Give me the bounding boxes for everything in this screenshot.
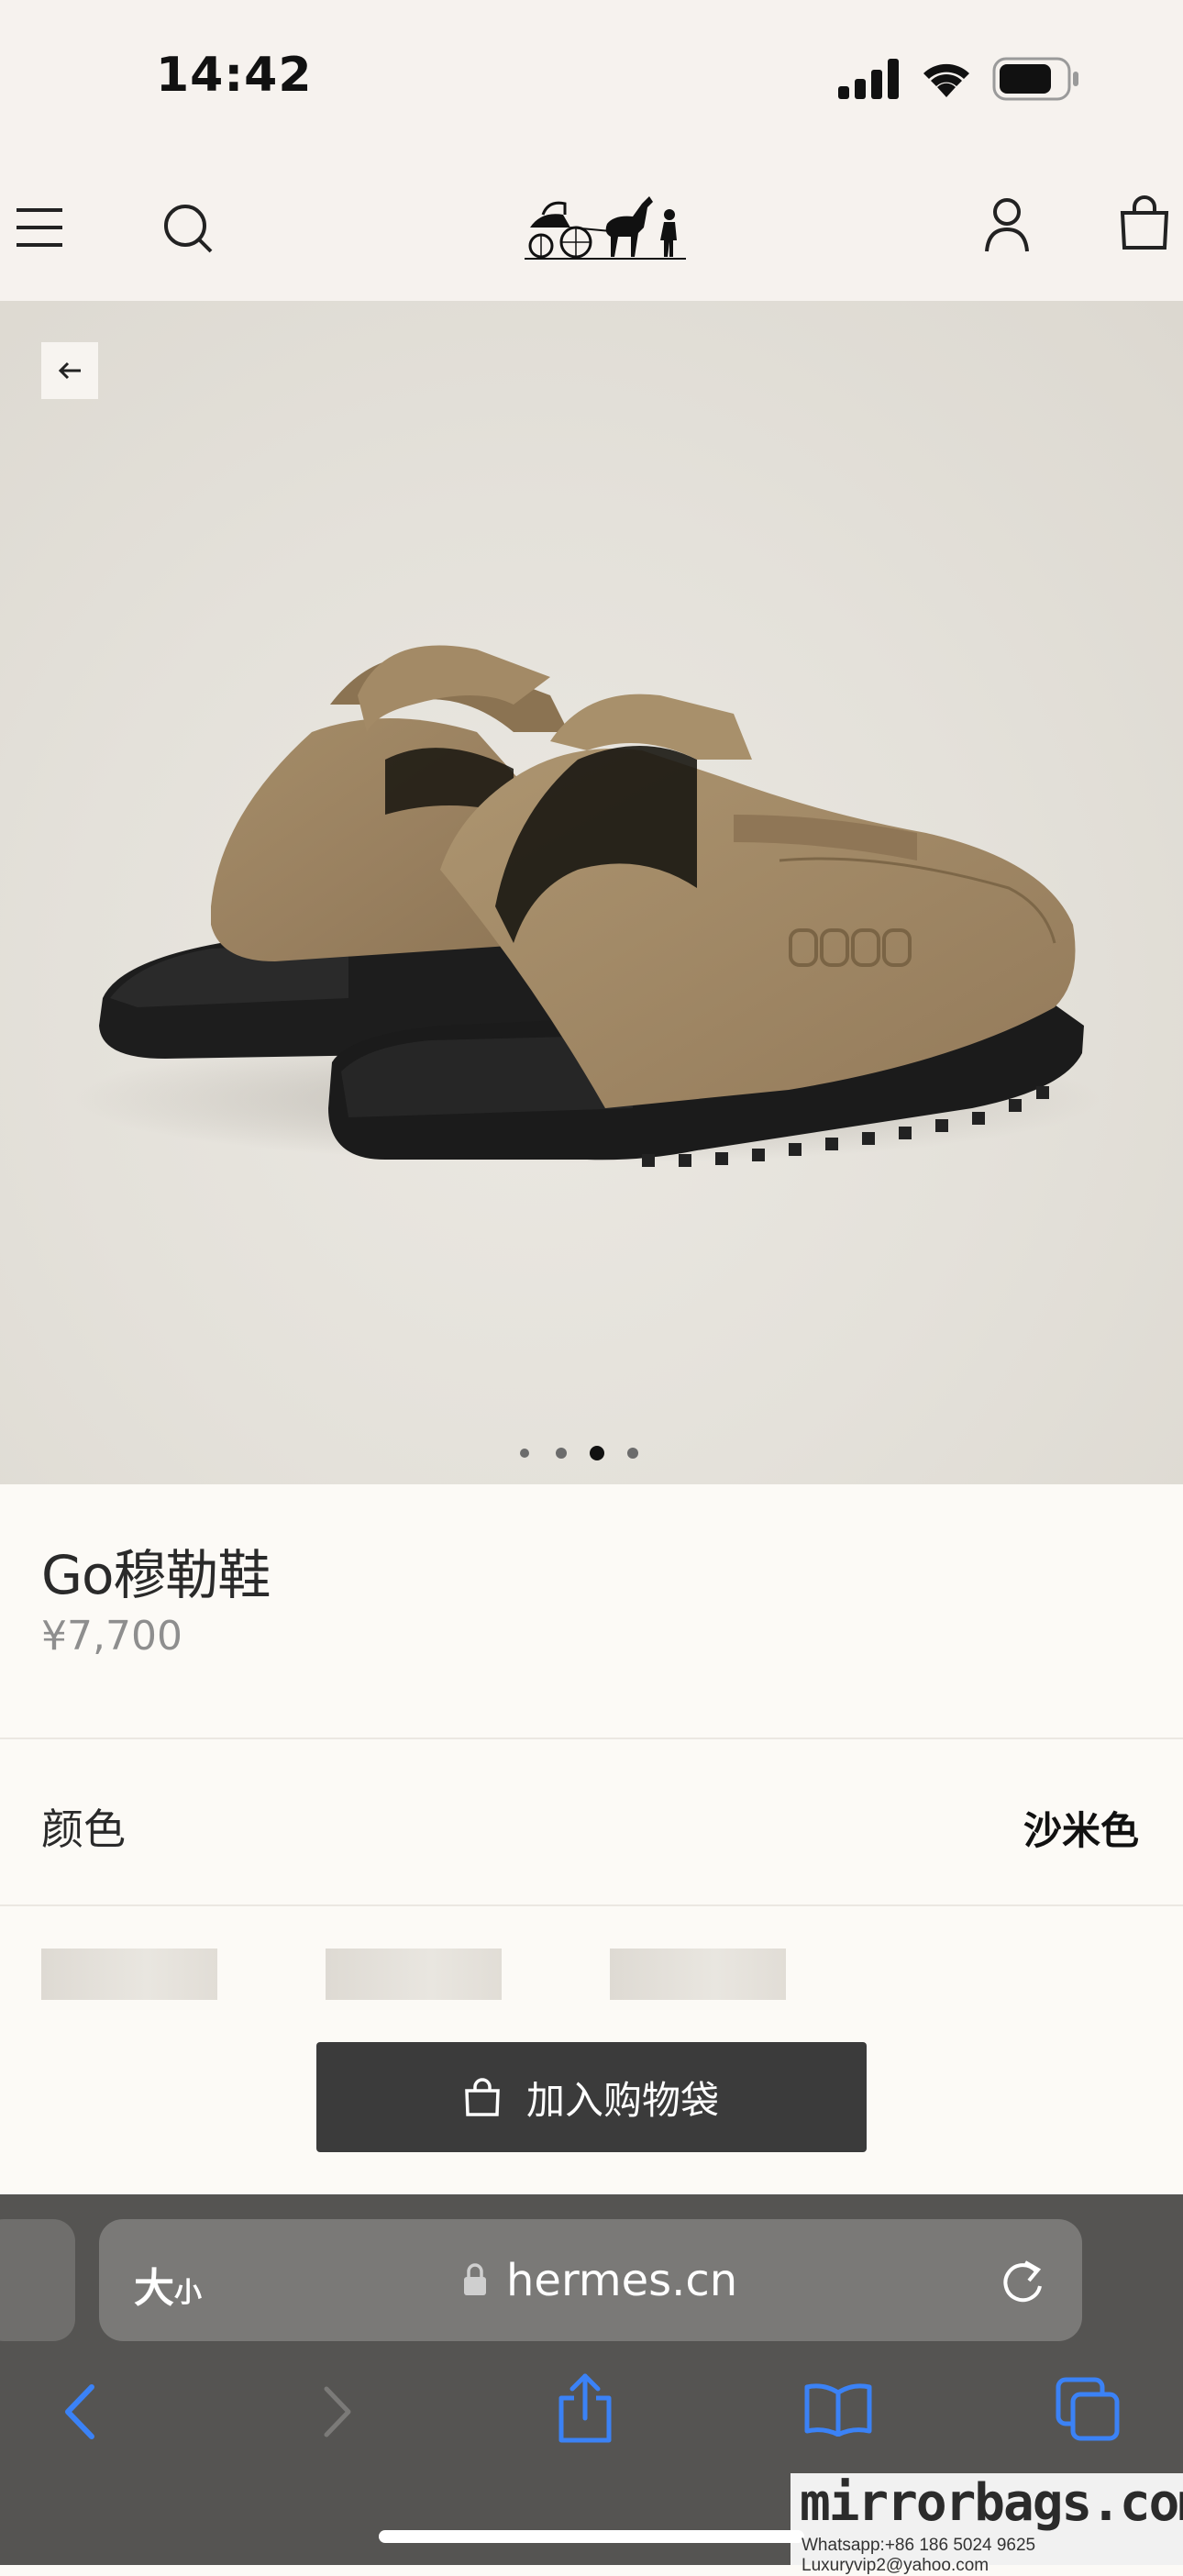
bookmarks-icon[interactable] <box>803 2382 873 2437</box>
color-swatch[interactable] <box>610 1949 786 2000</box>
lock-icon <box>464 2263 486 2295</box>
tabs-icon[interactable] <box>1055 2376 1121 2442</box>
reload-icon[interactable] <box>1000 2257 1045 2304</box>
color-value[interactable]: 沙米色 <box>1023 1800 1139 1856</box>
shopping-bag-icon[interactable] <box>1119 194 1170 251</box>
add-to-bag-button[interactable]: 加入购物袋 <box>316 2042 867 2152</box>
color-swatch[interactable] <box>41 1949 217 2000</box>
back-button[interactable] <box>41 342 98 399</box>
search-icon[interactable] <box>161 202 215 255</box>
carousel-indicator[interactable] <box>514 1442 651 1464</box>
forward-icon <box>324 2386 351 2437</box>
url-text[interactable]: hermes.cn <box>506 2255 737 2306</box>
color-selector-row[interactable] <box>0 1739 1183 1904</box>
account-icon[interactable] <box>983 196 1031 253</box>
product-info <box>0 1484 1183 1739</box>
color-swatch[interactable] <box>326 1949 502 2000</box>
share-icon[interactable] <box>556 2372 614 2444</box>
color-label: 颜色 <box>41 1804 126 1854</box>
carousel-dot-2 <box>556 1448 567 1459</box>
previous-tab-preview[interactable] <box>0 2219 75 2341</box>
arrow-left-icon <box>58 361 81 380</box>
carousel-dot-4 <box>627 1448 638 1459</box>
product-photo <box>73 645 1100 1167</box>
shopping-bag-icon <box>465 2078 500 2116</box>
text-size-large: 大 <box>134 2265 174 2312</box>
carousel-dot-3-active <box>590 1446 604 1460</box>
hermes-carriage-logo[interactable] <box>523 187 688 262</box>
cellular-signal-icon <box>838 59 899 99</box>
text-size-button[interactable]: 大小 <box>134 2255 202 2314</box>
product-image-carousel[interactable] <box>0 301 1183 1484</box>
carousel-dot-1 <box>520 1449 529 1458</box>
watermark-contact: Whatsapp:+86 186 5024 9625 Luxuryvip2@ya… <box>802 2536 1036 2575</box>
product-title: Go穆勒鞋 <box>41 1544 271 1606</box>
divider <box>0 1904 1183 1906</box>
product-price: ¥7,700 <box>41 1613 182 1660</box>
status-time: 14:42 <box>156 48 313 103</box>
status-bar: 14:42 <box>0 0 1183 156</box>
home-indicator <box>379 2530 804 2543</box>
text-size-small: 小 <box>174 2277 202 2309</box>
back-icon[interactable] <box>61 2383 97 2440</box>
wifi-icon <box>923 63 969 97</box>
watermark-title: mirrorbags.com <box>800 2473 1183 2533</box>
add-to-bag-label: 加入购物袋 <box>525 2077 719 2123</box>
site-header <box>0 156 1183 301</box>
menu-icon[interactable] <box>15 206 64 249</box>
battery-icon <box>992 57 1078 101</box>
